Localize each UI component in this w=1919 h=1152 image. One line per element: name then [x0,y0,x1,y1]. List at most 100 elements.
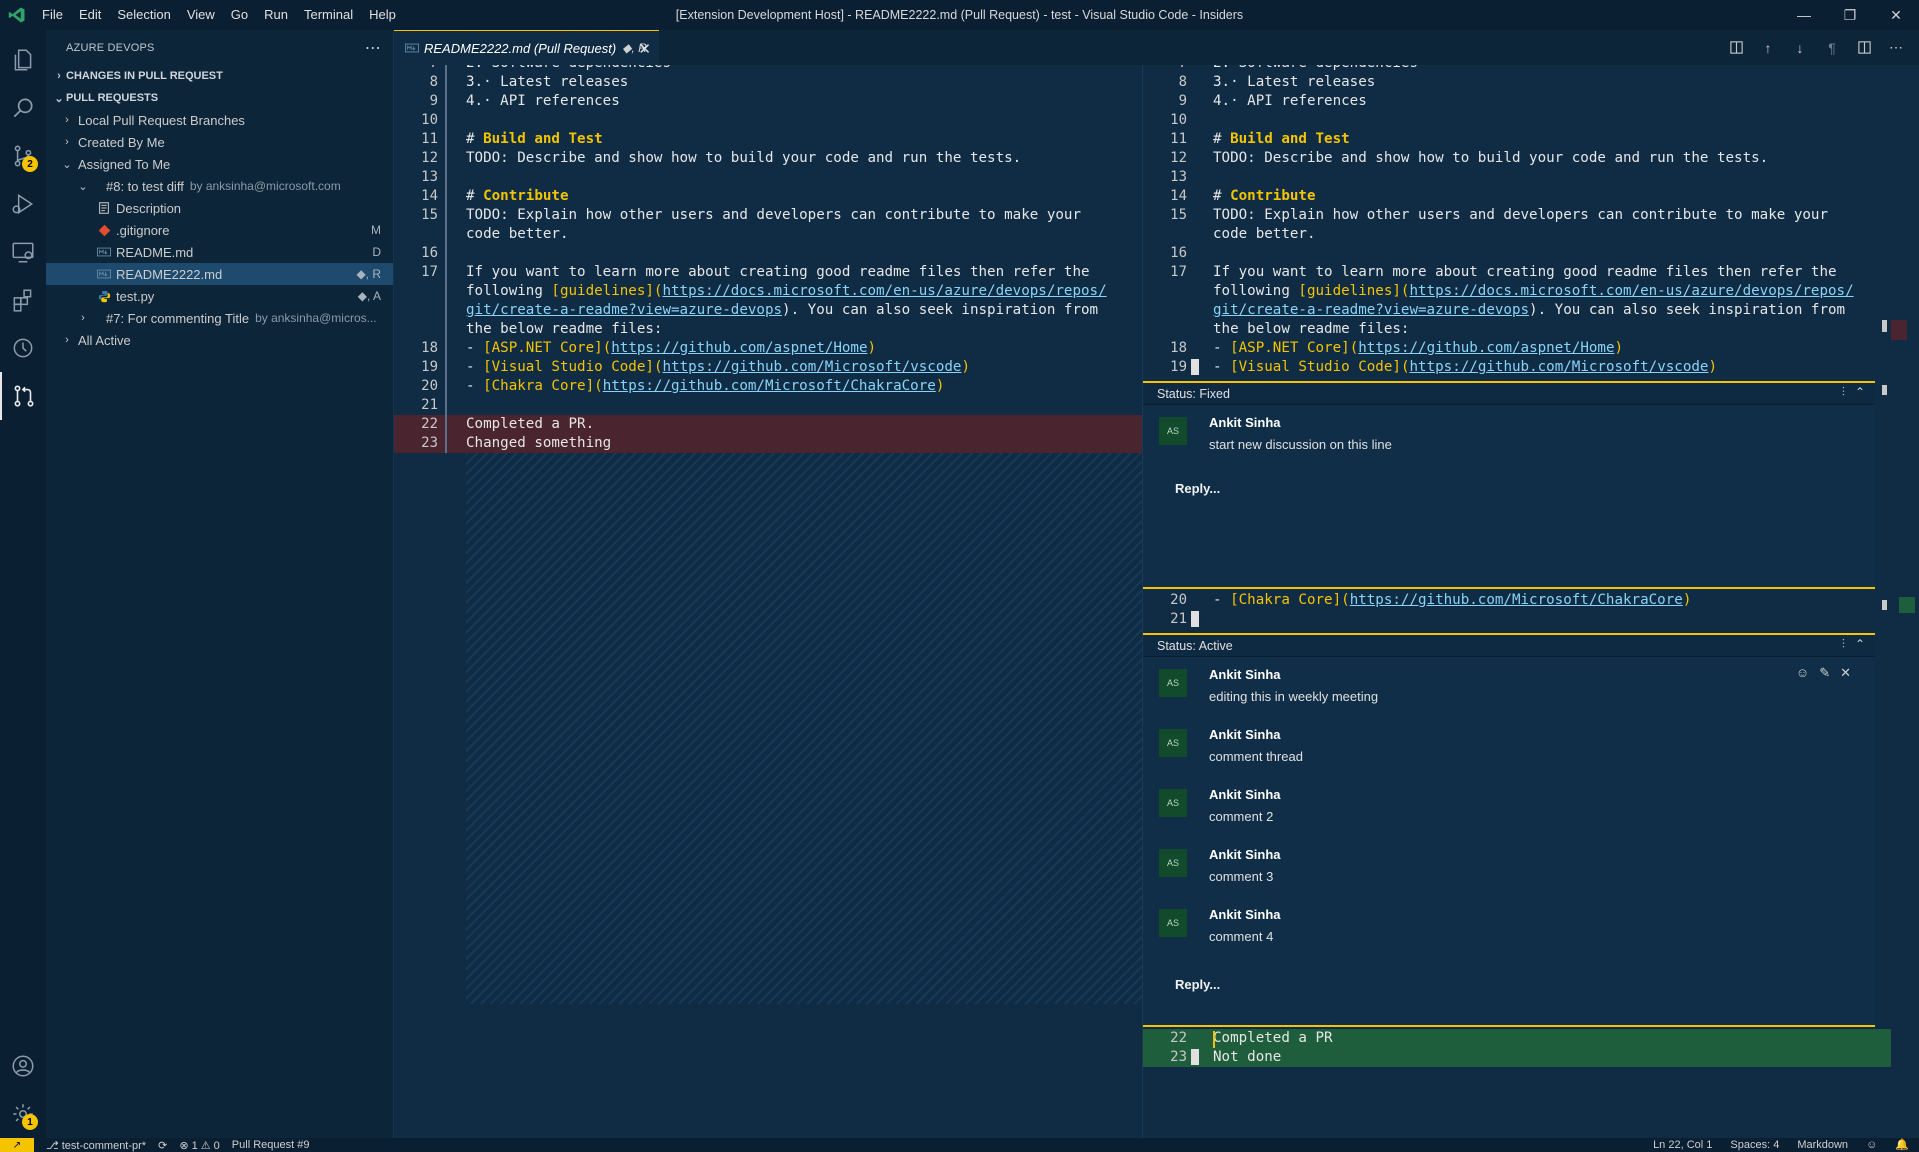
comment: AS Ankit Sinha editing this in weekly me… [1143,657,1875,717]
next-change-icon[interactable]: ↓ [1791,39,1809,57]
diff-modified-pane[interactable]: 7 2.·Software·dependencies 8 3.· Latest … [1143,65,1919,1138]
section-pull-requests[interactable]: ⌄ PULL REQUESTS [46,87,393,109]
azure-devops-pr-icon[interactable] [0,372,46,420]
comment: AS Ankit Sinha comment thread [1143,717,1875,777]
tab-readme2222-pr[interactable]: README2222.md (Pull Request) ◆, R ✕ [394,30,659,65]
collapse-thread-icon[interactable]: ⌃ [1855,385,1865,400]
branch-status[interactable]: ⎇ test-comment-pr* [46,1139,146,1152]
pull-request-status[interactable]: Pull Request #9 [232,1139,310,1151]
source-control-icon[interactable]: 2 [0,132,46,180]
comment-author: Ankit Sinha [1209,787,1281,802]
overview-comment-mark [1882,385,1887,395]
line-number: 8 [1178,74,1187,90]
extensions-icon[interactable] [0,276,46,324]
chevron-down-icon: ⌄ [54,92,64,105]
problems-status[interactable]: ⊗ 1 ⚠ 0 [179,1139,219,1152]
tree-item-pr-8[interactable]: ⌄ #8: to test diff by anksinha@microsoft… [46,175,393,197]
menu-help[interactable]: Help [361,0,404,30]
section-changes-in-pr[interactable]: › CHANGES IN PULL REQUEST [46,65,393,87]
sync-icon[interactable]: ⟳ [158,1139,167,1152]
cursor-position[interactable]: Ln 22, Col 1 [1653,1138,1712,1152]
previous-change-icon[interactable]: ↑ [1759,39,1777,57]
comment-glyph-icon[interactable] [1191,611,1199,627]
added-line: Completed a PR [1213,1030,1333,1046]
more-actions-icon[interactable]: ⋯ [365,38,381,58]
menu-terminal[interactable]: Terminal [296,0,361,30]
tree-item-assigned-to-me[interactable]: ⌄ Assigned To Me [46,153,393,175]
code-line: TODO: Describe and show how to build you… [466,150,1022,166]
tree-label: Assigned To Me [78,156,171,172]
tree-item-pr-7[interactable]: › #7: For commenting Title by anksinha@m… [46,307,393,329]
url-link[interactable]: https://github.com/Microsoft/vscode [662,359,961,375]
menu-file[interactable]: File [34,0,71,30]
tree-item-readme2222[interactable]: README2222.md ◆, R [46,263,393,285]
tree-item-description[interactable]: Description [46,197,393,219]
timeline-icon[interactable] [0,324,46,372]
toggle-whitespace-icon[interactable]: ¶ [1823,39,1841,57]
menu-run[interactable]: Run [256,0,296,30]
settings-gear-icon[interactable]: 1 [0,1090,46,1138]
run-debug-icon[interactable] [0,180,46,228]
menu-selection[interactable]: Selection [109,0,178,30]
line-number: 23 [1170,1049,1187,1065]
comment-glyph-icon[interactable] [1191,359,1199,375]
restore-icon[interactable]: ❐ [1827,0,1873,30]
tree-item-test-py[interactable]: test.py ◆, A [46,285,393,307]
bullet: - [1213,592,1231,608]
pr-title: #8: to test diff [106,178,184,194]
tree-item-readme[interactable]: README.md D [46,241,393,263]
language-mode[interactable]: Markdown [1797,1138,1848,1152]
line-number: 12 [1170,150,1187,166]
vscode-logo-icon[interactable] [0,0,34,30]
url-link[interactable]: https://github.com/aspnet/Home [1358,340,1614,356]
delete-comment-icon[interactable]: ✕ [1840,665,1851,681]
tree-item-created-by-me[interactable]: › Created By Me [46,131,393,153]
thread-settings-icon[interactable]: ⫶ [1842,385,1845,400]
bullet: - [466,340,484,356]
split-editor-icon[interactable] [1855,39,1873,57]
comment-glyph-icon[interactable] [1191,1049,1199,1065]
more-actions-icon[interactable]: ⋯ [1887,39,1905,57]
tree-item-all-active[interactable]: › All Active [46,329,393,351]
code-line-wrap: the below readme files: [466,321,663,337]
url-link[interactable]: https://docs.microsoft.com/en-us/azure/d… [662,283,1106,299]
feedback-icon[interactable]: ☺ [1866,1138,1877,1152]
collapse-thread-icon[interactable]: ⌃ [1855,637,1865,652]
comment-author: Ankit Sinha [1209,907,1281,922]
add-reaction-icon[interactable]: ☺ [1796,665,1809,681]
avatar: AS [1159,729,1187,757]
diff-original-pane[interactable]: 7 2.·Software·dependencies 8 3.· Latest … [394,65,1142,1138]
url-link[interactable]: https://github.com/Microsoft/ChakraCore [1350,592,1683,608]
close-window-icon[interactable]: ✕ [1873,0,1919,30]
tree-item-local-branches[interactable]: › Local Pull Request Branches [46,109,393,131]
remote-indicator-icon[interactable]: ↗ [0,1138,34,1152]
tree-item-gitignore[interactable]: .gitignore M [46,219,393,241]
open-file-icon[interactable] [1727,39,1745,57]
edit-comment-icon[interactable]: ✎ [1819,665,1830,681]
url-link[interactable]: https://github.com/Microsoft/ChakraCore [603,378,936,394]
url-link[interactable]: https://github.com/aspnet/Home [611,340,867,356]
thread-settings-icon[interactable]: ⫶ [1842,637,1845,652]
reply-button[interactable]: Reply... [1175,481,1220,496]
menu-edit[interactable]: Edit [71,0,109,30]
url-link[interactable]: https://github.com/Microsoft/vscode [1409,359,1708,375]
menu-go[interactable]: Go [223,0,256,30]
search-icon[interactable] [0,84,46,132]
url-link[interactable]: git/create-a-readme?view=azure-devops [466,302,782,318]
close-tab-icon[interactable]: ✕ [638,40,651,58]
menu-view[interactable]: View [179,0,223,30]
explorer-icon[interactable] [0,36,46,84]
url-link[interactable]: git/create-a-readme?view=azure-devops [1213,302,1529,318]
code-line: 3.· Latest releases [466,74,629,90]
remote-explorer-icon[interactable] [0,228,46,276]
comment-body: comment 2 [1209,809,1274,824]
url-link[interactable]: https://docs.microsoft.com/en-us/azure/d… [1409,283,1853,299]
line-number: 15 [421,207,438,223]
scrollbar-thumb[interactable] [1882,320,1887,332]
notifications-icon[interactable]: 🔔 [1895,1138,1909,1152]
minimize-icon[interactable]: — [1781,0,1827,30]
reply-button[interactable]: Reply... [1175,977,1220,992]
indentation-status[interactable]: Spaces: 4 [1730,1138,1779,1152]
account-icon[interactable] [0,1042,46,1090]
tree-label: Local Pull Request Branches [78,112,245,128]
